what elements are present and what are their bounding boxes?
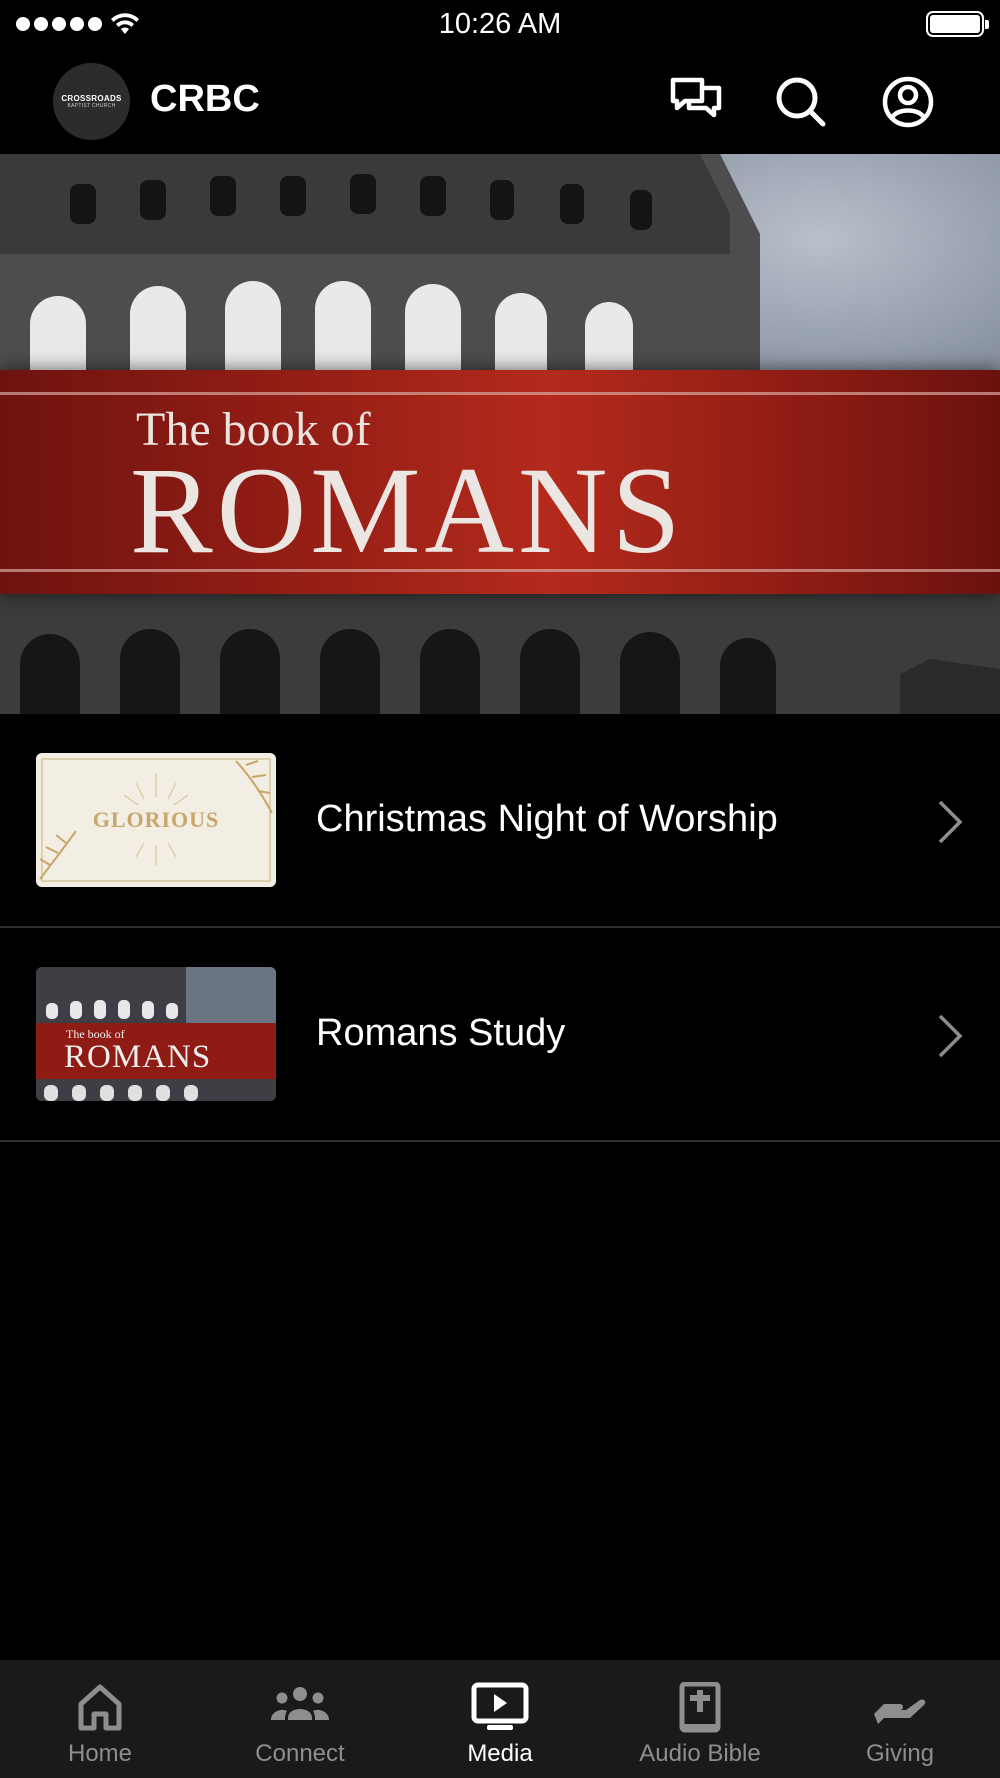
tab-connect[interactable]: Connect (200, 1660, 400, 1778)
tab-giving[interactable]: Giving (800, 1660, 1000, 1778)
logo-text: CROSSROADS (61, 93, 122, 103)
list-item-label: Romans Study (316, 1012, 566, 1054)
list-item-label: Christmas Night of Worship (316, 798, 778, 840)
logo-subtext: BAPTIST CHURCH (67, 102, 116, 109)
tab-label: Giving (865, 1740, 935, 1767)
search-icon (776, 77, 826, 127)
battery-icon (926, 11, 989, 37)
tab-audio-bible[interactable]: Audio Bible (600, 1660, 800, 1778)
group-icon (271, 1687, 329, 1720)
home-icon (78, 1684, 122, 1731)
thumbnail-glorious: GLORIOUS (36, 753, 276, 887)
chat-icon (670, 77, 722, 118)
bottom-tab-bar: Home Connect Media Audio Bible Giving (0, 1660, 1000, 1778)
thumbnail-text: GLORIOUS (92, 807, 220, 832)
chat-button[interactable] (668, 74, 724, 130)
tab-label: Connect (255, 1740, 345, 1767)
hero-title: ROMANS (130, 442, 685, 579)
tab-home[interactable]: Home (0, 1660, 200, 1778)
church-logo[interactable]: CROSSROADS BAPTIST CHURCH (53, 63, 130, 140)
search-button[interactable] (773, 74, 829, 130)
tab-label: Home (67, 1740, 133, 1767)
app-title: CRBC (150, 78, 260, 120)
tab-label: Media (467, 1740, 533, 1767)
status-bar: 10:26 AM (0, 0, 1000, 50)
chevron-right-icon (938, 1014, 963, 1058)
bible-icon (679, 1682, 721, 1733)
thumbnail-romans: The book of ROMANS (36, 967, 276, 1101)
status-time: 10:26 AM (438, 8, 562, 40)
giving-hand-icon (874, 1699, 926, 1724)
thumbnail-title: ROMANS (64, 1039, 212, 1075)
tab-media[interactable]: Media (400, 1660, 600, 1778)
chevron-right-icon (938, 800, 963, 844)
hero-banner[interactable]: The book of ROMANS (0, 154, 1000, 714)
list-item-christmas-night-of-worship[interactable]: GLORIOUS Christmas Night of Worship (0, 714, 1000, 928)
profile-button[interactable] (880, 74, 936, 130)
profile-icon (882, 76, 934, 128)
media-list: GLORIOUS Christmas Night of Worship The … (0, 714, 1000, 1142)
tab-label: Audio Bible (639, 1740, 761, 1767)
tv-play-icon (471, 1682, 529, 1730)
list-item-romans-study[interactable]: The book of ROMANS Romans Study (0, 928, 1000, 1142)
app-header: CROSSROADS BAPTIST CHURCH CRBC (0, 50, 1000, 154)
